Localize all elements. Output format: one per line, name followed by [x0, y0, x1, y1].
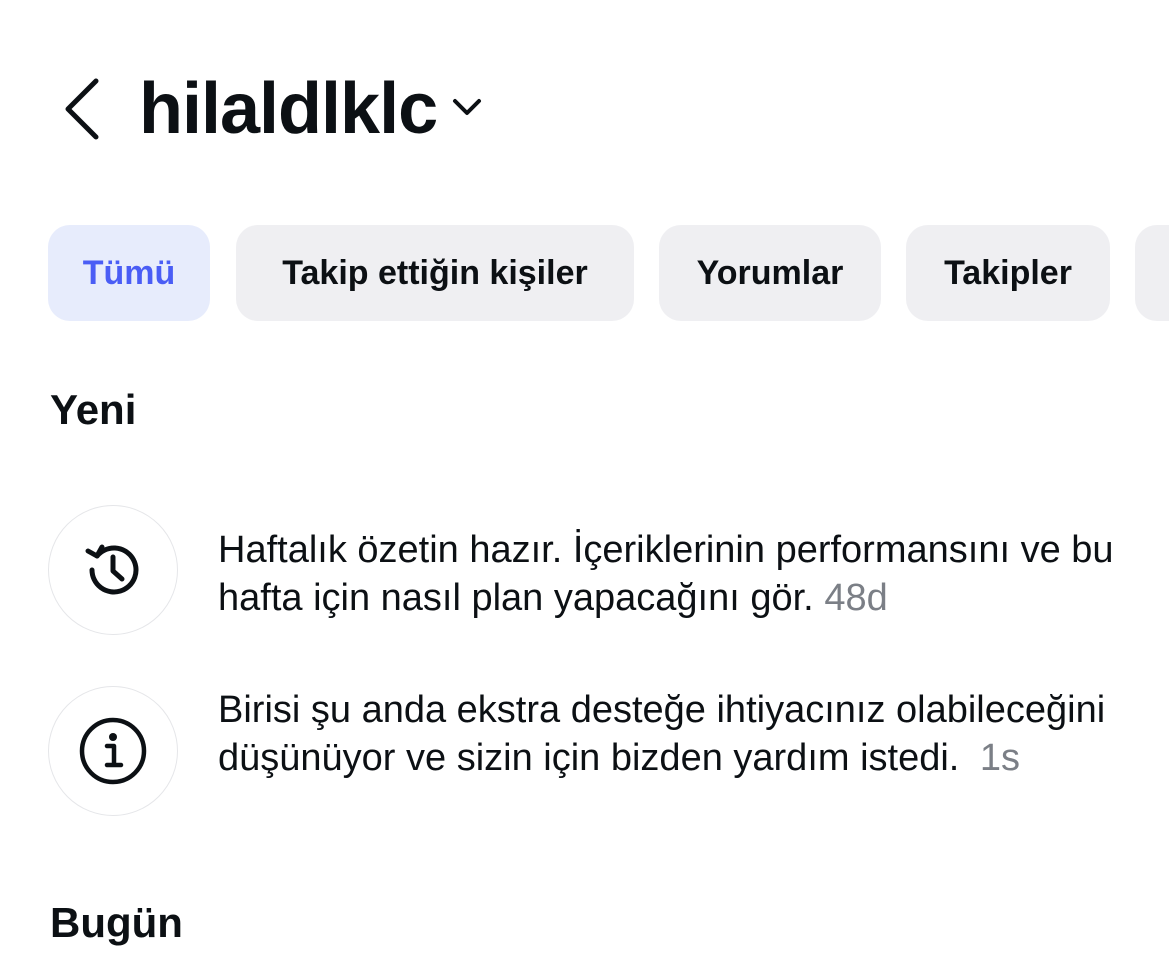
notification-message: Haftalık özetin hazır. İçeriklerinin per… — [218, 529, 1114, 619]
filter-chip-more[interactable] — [1135, 225, 1169, 321]
chevron-down-icon — [453, 99, 481, 115]
notification-message: Birisi şu anda ekstra desteğe ihtiyacını… — [218, 689, 1106, 779]
filter-chip-comments[interactable]: Yorumlar — [659, 225, 881, 321]
filter-chip-all[interactable]: Tümü — [48, 225, 210, 321]
notification-text: Birisi şu anda ekstra desteğe ihtiyacını… — [218, 686, 1138, 782]
filter-chips: Tümü Takip ettiğin kişiler Yorumlar Taki… — [48, 225, 1169, 321]
chevron-left-icon — [65, 78, 99, 140]
notification-avatar — [48, 505, 178, 635]
filter-chip-label: Takip ettiğin kişiler — [282, 253, 588, 292]
filter-chip-following[interactable]: Takip ettiğin kişiler — [236, 225, 634, 321]
header: hilaldlklc — [0, 0, 1169, 200]
filter-chip-label: Tümü — [82, 253, 176, 292]
notification-time: 48d — [824, 577, 888, 619]
section-title-today: Bugün — [50, 899, 183, 946]
account-switcher-button[interactable] — [450, 93, 484, 121]
notification-avatar — [48, 686, 178, 816]
section-title-new: Yeni — [50, 386, 137, 433]
info-icon — [79, 717, 147, 785]
filter-chip-follows[interactable]: Takipler — [906, 225, 1110, 321]
filter-chip-label: Takipler — [944, 253, 1072, 292]
history-clock-icon — [85, 544, 139, 595]
notification-item[interactable]: Birisi şu anda ekstra desteğe ihtiyacını… — [48, 686, 1169, 836]
filter-chip-label: Yorumlar — [696, 253, 844, 292]
notification-item[interactable]: Haftalık özetin hazır. İçeriklerinin per… — [48, 505, 1169, 637]
notification-time: 1s — [979, 737, 1021, 779]
back-button[interactable] — [52, 72, 112, 146]
account-username[interactable]: hilaldlklc — [139, 66, 438, 152]
notification-text: Haftalık özetin hazır. İçeriklerinin per… — [218, 526, 1138, 622]
